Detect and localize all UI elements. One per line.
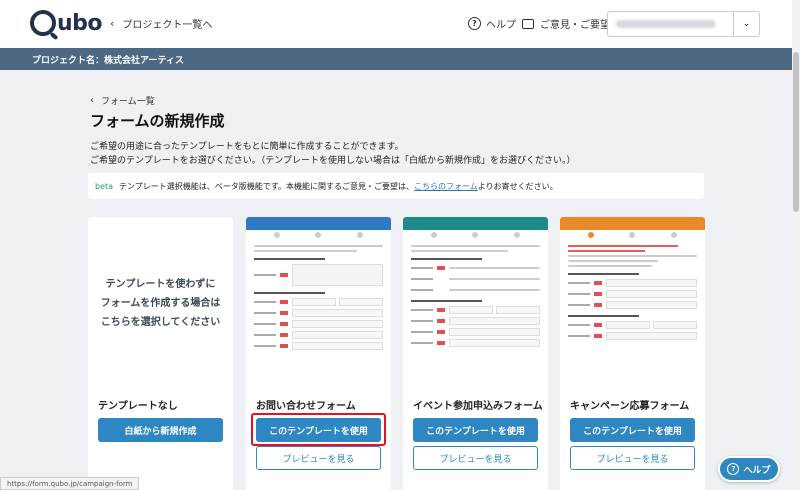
back-link-label: プロジェクト一覧へ xyxy=(122,20,213,31)
account-name-redacted xyxy=(616,20,716,28)
page-title: フォームの新規作成 xyxy=(90,112,225,130)
template-card-event: イベント参加申込みフォーム このテンプレートを使用 プレビューを見る xyxy=(403,217,548,490)
help-link-label: ヘルプ xyxy=(486,20,516,31)
template-preview-thumbnail xyxy=(403,217,548,376)
template-card-campaign: キャンペーン応募フォーム このテンプレートを使用 プレビューを見る xyxy=(560,217,705,490)
highlight-box xyxy=(251,413,386,446)
breadcrumb[interactable]: ‹ フォーム一覧 xyxy=(90,94,155,107)
beta-badge: beta xyxy=(95,181,114,191)
help-floating-button[interactable]: ? ヘルプ xyxy=(718,456,780,482)
chat-bubble-icon xyxy=(522,18,534,29)
chevron-left-icon: ‹ xyxy=(90,95,94,106)
blank-text-line: こちらを選択してください xyxy=(100,317,221,328)
help-circle-icon: ? xyxy=(727,463,740,475)
vertical-scrollbar[interactable] xyxy=(792,0,800,490)
feedback-link[interactable]: ご意見・ご要望 xyxy=(522,16,610,31)
help-link[interactable]: ? ヘルプ xyxy=(468,16,516,31)
qubo-logo[interactable]: ubo xyxy=(30,10,103,36)
template-preview-thumbnail xyxy=(560,217,705,376)
browser-status-url: https://form.qubo.jp/campaign-form xyxy=(0,477,140,490)
create-blank-button[interactable]: 白紙から新規作成 xyxy=(98,418,223,442)
beta-notice: beta テンプレート選択機能は、ベータ版機能です。本機能に関するご意見・ご要望… xyxy=(88,173,704,199)
project-name: プロジェクト名：株式会社アーティス xyxy=(32,55,184,66)
preview-button[interactable]: プレビューを見る xyxy=(256,446,381,470)
blank-text-line: テンプレートを使わずに xyxy=(105,279,216,290)
top-bar: ubo ‹ プロジェクト一覧へ ? ヘルプ ご意見・ご要望 ⌄ xyxy=(0,0,800,48)
blank-card-message: テンプレートを使わずに フォームを作成する場合は こちらを選択してください xyxy=(88,275,233,332)
card-title: テンプレートなし xyxy=(98,401,178,412)
back-to-projects-link[interactable]: ‹ プロジェクト一覧へ xyxy=(110,16,212,31)
account-dropdown[interactable]: ⌄ xyxy=(607,11,760,37)
preview-header xyxy=(246,217,391,230)
use-template-button[interactable]: このテンプレートを使用 xyxy=(413,418,538,442)
card-title: イベント参加申込みフォーム xyxy=(413,401,543,412)
preview-header xyxy=(560,217,705,230)
chevron-left-icon: ‹ xyxy=(110,17,115,30)
preview-button[interactable]: プレビューを見る xyxy=(413,446,538,470)
page-description-2: ご希望のテンプレートをお選びください。（テンプレートを使用しない場合は「白紙から… xyxy=(90,156,576,166)
logo-q-mark xyxy=(30,10,56,36)
blank-text-line: フォームを作成する場合は xyxy=(100,298,221,309)
feedback-form-link[interactable]: こちらのフォーム xyxy=(414,181,478,192)
use-template-button[interactable]: このテンプレートを使用 xyxy=(570,418,695,442)
notice-text: テンプレート選択機能は、ベータ版機能です。本機能に関するご意見・ご要望は、 xyxy=(119,181,415,191)
help-circle-icon: ? xyxy=(468,17,481,30)
preview-header xyxy=(403,217,548,230)
breadcrumb-label: フォーム一覧 xyxy=(101,97,155,107)
scrollbar-thumb[interactable] xyxy=(793,52,799,212)
template-card-inquiry: お問い合わせフォーム このテンプレートを使用 プレビューを見る xyxy=(246,217,391,490)
chevron-down-icon: ⌄ xyxy=(733,12,759,36)
page-description-1: ご希望の用途に合ったテンプレートをもとに簡単に作成することができます。 xyxy=(90,142,404,152)
template-card-blank: テンプレートを使わずに フォームを作成する場合は こちらを選択してください テン… xyxy=(88,217,233,490)
feedback-link-label: ご意見・ご要望 xyxy=(540,20,610,31)
template-preview-thumbnail xyxy=(246,217,391,376)
notice-suffix: よりお寄せください。 xyxy=(477,181,558,191)
card-title: キャンペーン応募フォーム xyxy=(570,401,690,412)
project-bar: プロジェクト名：株式会社アーティス xyxy=(0,48,800,70)
card-title: お問い合わせフォーム xyxy=(256,401,356,412)
help-fab-label: ヘルプ xyxy=(743,465,771,476)
preview-button[interactable]: プレビューを見る xyxy=(570,446,695,470)
